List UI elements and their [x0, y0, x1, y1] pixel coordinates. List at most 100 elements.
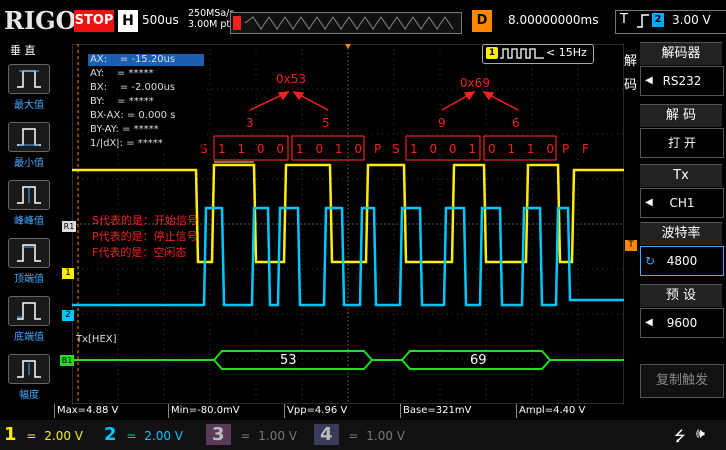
vertical-menu-title: 垂 直	[10, 44, 36, 57]
tx-source-value: CH1	[669, 196, 695, 210]
decoder-type-select[interactable]: ◀ RS232	[640, 66, 724, 96]
min-wave-icon	[17, 128, 41, 146]
frequency-value: < 15Hz	[546, 46, 587, 59]
measure-ampl-button[interactable]	[8, 354, 50, 384]
measure-top-label: 顶端值	[14, 274, 44, 285]
ampl-wave-icon	[17, 360, 41, 378]
top-wave-icon	[17, 244, 41, 262]
left-arrow-icon: ◀	[645, 317, 653, 328]
ch2-scale: 2.00 V	[144, 429, 183, 443]
sample-rate: 250MSa/s 3.00M pts	[188, 8, 235, 30]
decoder-menu-title: 解码器	[640, 42, 722, 65]
ch3-number: 3	[206, 424, 231, 445]
ch4-scale: 1.00 V	[366, 429, 405, 443]
decoder-type-value: RS232	[662, 74, 702, 88]
measure-base-readout: Base=321mV	[400, 404, 471, 418]
memory-position-bar[interactable]	[230, 12, 462, 34]
start-bit-2: S	[392, 142, 400, 156]
note-idle: F代表的是：空闲态	[92, 246, 187, 259]
nibble-9: 9	[438, 116, 446, 130]
preset-value: 9600	[666, 316, 698, 330]
stop-bit-1: P	[374, 142, 382, 156]
measure-min-readout: Min=-80.0mV	[168, 404, 240, 418]
left-arrow-icon: ◀	[645, 197, 653, 208]
decode-side-label: 解码	[624, 54, 638, 93]
measure-min-label: 最小值	[14, 158, 44, 169]
measure-base-button[interactable]	[8, 296, 50, 326]
measure-top-button[interactable]	[8, 238, 50, 268]
idle-state: F	[582, 142, 589, 156]
cursor-by-ay: BY-AY: = *****	[90, 124, 159, 135]
delay-value[interactable]: 8.00000000ms	[508, 13, 598, 27]
ch2-offset-marker[interactable]: 2	[62, 310, 74, 321]
ch4-number: 4	[314, 424, 339, 445]
measure-min-button[interactable]	[8, 122, 50, 152]
ch1-indicator[interactable]: 1 = 2.00 V	[4, 424, 83, 446]
tx-menu-title: Tx	[640, 164, 722, 187]
memory-waveform-icon	[233, 16, 454, 30]
cursor-ax: AX: = -15.20us	[90, 54, 176, 65]
cursor-by: BY: = *****	[90, 96, 154, 107]
ch2-indicator[interactable]: 2 = 2.00 V	[104, 424, 183, 446]
baud-rate-value: 4800	[666, 254, 698, 268]
rotate-knob-icon: ↻	[645, 254, 656, 268]
horizontal-tag: H	[118, 10, 138, 32]
measure-pkpk-label: 峰峰值	[14, 216, 44, 227]
tx-source-select[interactable]: ◀ CH1	[640, 188, 724, 218]
baud-rate-input[interactable]: ↻ 4800	[640, 246, 724, 276]
speaker-icon[interactable]: 🕪	[696, 426, 705, 442]
cursor-bx-ax: BX-AX: = 0.000 s	[90, 110, 176, 121]
ch2-number: 2	[104, 424, 117, 445]
measure-pkpk-button[interactable]	[8, 180, 50, 210]
ch4-coupling-icon: =	[348, 429, 359, 443]
copy-trigger-button[interactable]: 复制触发	[640, 364, 724, 398]
decode-menu-title: 解 码	[640, 104, 722, 127]
note-stop: P代表的是：停止信号	[92, 230, 198, 243]
preset-select[interactable]: ◀ 9600	[640, 308, 724, 338]
note-start: S代表的是：开始信号	[92, 214, 198, 227]
bus-b1-marker[interactable]: B1	[60, 355, 74, 366]
ch1-number: 1	[4, 424, 17, 445]
rising-edge-icon	[637, 14, 649, 28]
measure-base-label: 底端值	[14, 332, 44, 343]
bits-2-high: 0 1 1 0	[488, 142, 558, 156]
measure-vpp-readout: Vpp=4.96 V	[284, 404, 347, 418]
decode-state-value: 打 开	[668, 136, 696, 150]
decode-toggle[interactable]: 打 开	[640, 128, 724, 158]
nibble-3: 3	[246, 116, 254, 130]
ch3-indicator[interactable]: 3 = 1.00 V	[206, 424, 297, 446]
nibble-6: 6	[512, 116, 520, 130]
sample-rate-value: 250MSa/s	[188, 8, 235, 19]
pkpk-wave-icon	[17, 186, 41, 204]
timebase-value[interactable]: 500us	[142, 13, 179, 27]
max-wave-icon	[17, 70, 41, 88]
ref-marker-r1[interactable]: R1	[62, 221, 76, 232]
ch4-indicator[interactable]: 4 = 1.00 V	[314, 424, 405, 446]
bits-2-low: 1 0 0 1	[410, 142, 480, 156]
left-arrow-icon: ◀	[645, 75, 653, 86]
cursor-bx: BX: = -2.000us	[90, 82, 176, 93]
bus-label: Tx[HEX]	[76, 334, 117, 345]
trigger-tag: T	[620, 12, 628, 27]
baud-menu-title: 波特率	[640, 222, 722, 245]
decoded-byte-1: 53	[280, 353, 297, 368]
measure-max-button[interactable]	[8, 64, 50, 94]
ch3-coupling-icon: =	[240, 429, 251, 443]
usb-icon: ⭍	[674, 429, 686, 445]
stop-bit-2: P	[562, 142, 570, 156]
measure-max-readout: Max=4.88 V	[54, 404, 118, 418]
freq-channel-badge: 1	[486, 47, 498, 59]
pulse-train-icon	[500, 48, 544, 59]
trigger-source-badge: 2	[652, 13, 664, 27]
ch1-offset-marker[interactable]: 1	[62, 268, 74, 279]
cursor-inv-dx: 1/|dX|: = *****	[90, 138, 163, 149]
ch1-coupling-icon: =	[26, 429, 37, 443]
trigger-level[interactable]: 3.00 V	[672, 13, 711, 27]
delay-tag: D	[472, 10, 492, 32]
memory-depth-value: 3.00M pts	[188, 19, 236, 30]
nibble-5: 5	[322, 116, 330, 130]
ch1-scale: 2.00 V	[44, 429, 83, 443]
measure-max-label: 最大值	[14, 100, 44, 111]
run-stop-status[interactable]: STOP	[74, 10, 114, 32]
bits-1-low: 1 1 0 0	[218, 142, 288, 156]
